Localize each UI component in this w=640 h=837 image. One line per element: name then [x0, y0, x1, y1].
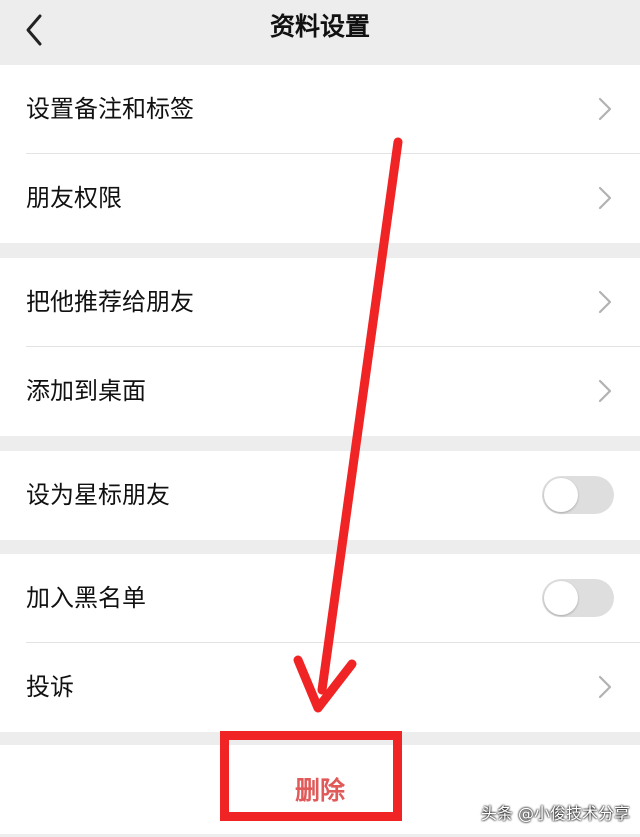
blacklist-toggle[interactable]	[542, 579, 614, 617]
chevron-right-icon	[598, 290, 612, 314]
chevron-right-icon	[598, 675, 612, 699]
chevron-right-icon	[598, 379, 612, 403]
row-remark-and-tags[interactable]: 设置备注和标签	[0, 65, 640, 154]
star-friend-toggle[interactable]	[542, 476, 614, 514]
toggle-knob	[544, 581, 578, 615]
row-recommend-to-friend[interactable]: 把他推荐给朋友	[0, 258, 640, 347]
settings-group-2: 把他推荐给朋友 添加到桌面	[0, 258, 640, 436]
settings-group-1: 设置备注和标签 朋友权限	[0, 65, 640, 243]
settings-group-3: 设为星标朋友	[0, 451, 640, 540]
row-label: 加入黑名单	[26, 584, 146, 612]
chevron-right-icon	[598, 97, 612, 121]
row-label: 投诉	[26, 673, 74, 701]
settings-group-4: 加入黑名单 投诉	[0, 554, 640, 732]
watermark: 头条 @小俊技术分享	[480, 804, 630, 823]
toggle-knob	[544, 478, 578, 512]
row-label: 把他推荐给朋友	[26, 288, 194, 316]
row-label: 设为星标朋友	[26, 481, 170, 509]
row-blacklist: 加入黑名单	[0, 554, 640, 643]
page-title: 资料设置	[269, 12, 370, 41]
row-add-to-desktop[interactable]: 添加到桌面	[0, 347, 640, 436]
row-label: 设置备注和标签	[26, 95, 194, 123]
navigation-bar: 资料设置	[0, 0, 640, 64]
row-friend-permissions[interactable]: 朋友权限	[0, 154, 640, 243]
row-label: 添加到桌面	[26, 377, 146, 405]
chevron-right-icon	[598, 186, 612, 210]
row-complain[interactable]: 投诉	[0, 643, 640, 732]
row-label: 朋友权限	[26, 184, 122, 212]
row-star-friend: 设为星标朋友	[0, 451, 640, 540]
